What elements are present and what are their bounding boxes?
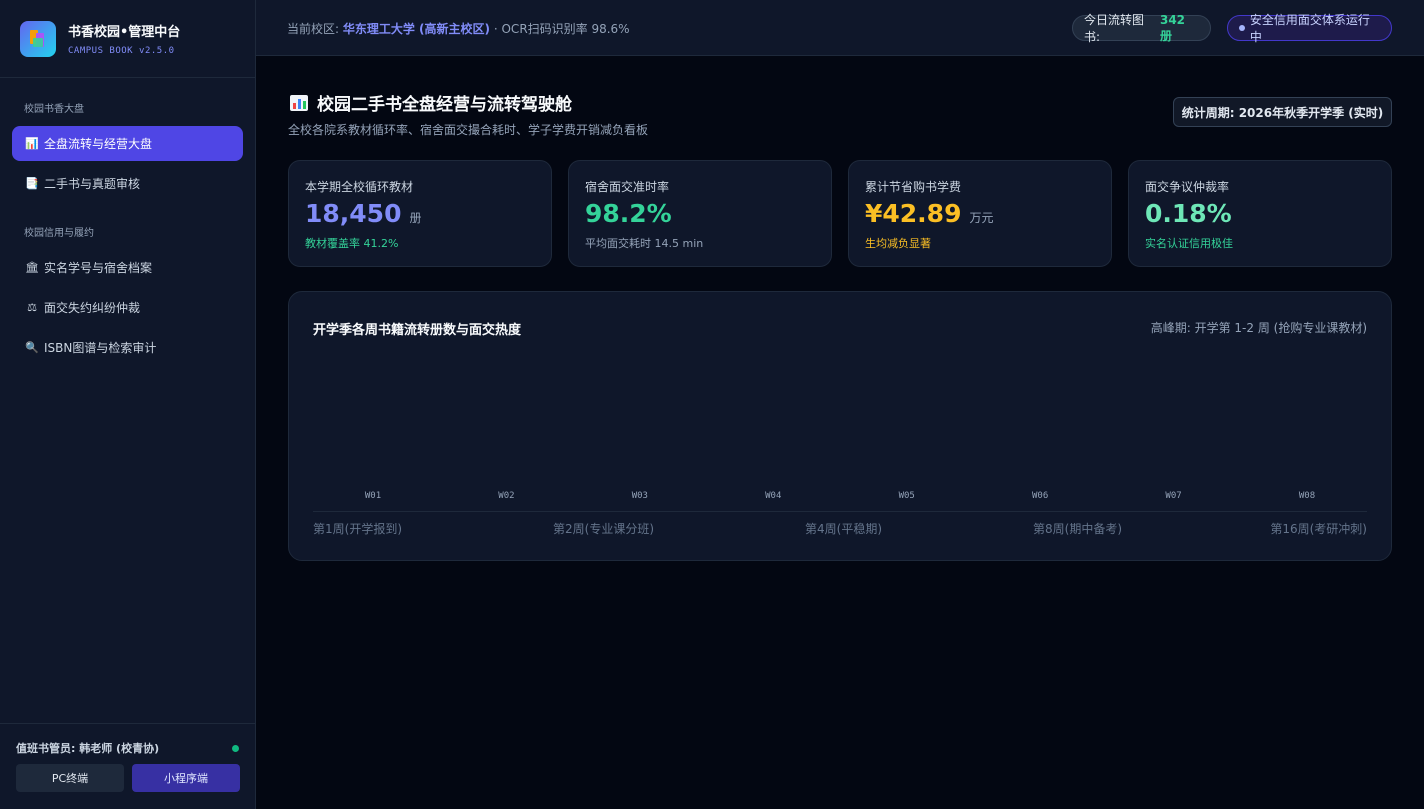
kpi-label: 本学期全校循环教材 bbox=[305, 180, 414, 194]
sidebar-item-arbitration[interactable]: ⚖ 面交失约纠纷仲裁 bbox=[12, 290, 243, 325]
kpi-unit: 万元 bbox=[969, 211, 994, 225]
campus-prefix: 当前校区: bbox=[287, 22, 340, 36]
bar-chart-icon bbox=[290, 94, 308, 111]
security-status-badge: 安全信用面交体系运行中 bbox=[1227, 13, 1392, 44]
phase-label: 第1周(开学报到) bbox=[313, 522, 402, 536]
chart-axis-divider bbox=[313, 511, 1367, 512]
kpi-unit: 册 bbox=[409, 211, 422, 225]
page-title: 校园二手书全盘经营与流转驾驶舱 bbox=[290, 90, 572, 115]
phase-label: 第4周(平稳期) bbox=[805, 522, 882, 536]
sidebar-item-dashboard[interactable]: 📊 全盘流转与经营大盘 bbox=[12, 126, 243, 161]
weekly-circulation-chart: 开学季各周书籍流转册数与面交热度 高峰期: 开学第 1-2 周 (抢购专业课教材… bbox=[288, 291, 1392, 561]
sidebar-footer: 值班书管员: 韩老师 (校青协) PC终端 小程序端 bbox=[0, 723, 256, 809]
kpi-value-wrap: ¥42.89 万元 bbox=[865, 199, 994, 228]
kpi-note: 生均减负显著 bbox=[865, 237, 931, 250]
chart-x-tick-label: W01 bbox=[364, 491, 382, 501]
operator-name: 值班书管员: 韩老师 (校青协) bbox=[16, 742, 160, 755]
chart-x-tick-label: W07 bbox=[1165, 491, 1182, 501]
kpi-value: 0.18% bbox=[1145, 199, 1232, 228]
chart-x-tick-label: W06 bbox=[1032, 491, 1049, 501]
sidebar-item-student-records[interactable]: 🏛 实名学号与宿舍档案 bbox=[12, 250, 243, 285]
kpi-card-ontime-rate: 宿舍面交准时率 98.2% 平均面交耗时 14.5 min bbox=[568, 160, 832, 267]
period-selector[interactable]: 统计周期: 2026年秋季开学季 (实时) bbox=[1173, 97, 1392, 127]
kpi-card-recycled-books: 本学期全校循环教材 18,450 册 教材覆盖率 41.2% bbox=[288, 160, 552, 267]
kpi-card-dispute-rate: 面交争议仲裁率 0.18% 实名认证信用极佳 bbox=[1128, 160, 1392, 267]
chart-x-tick-label: W05 bbox=[898, 491, 915, 501]
sidebar-item-label: 实名学号与宿舍档案 bbox=[44, 261, 153, 275]
kpi-label: 宿舍面交准时率 bbox=[585, 180, 670, 194]
sidebar-item-book-review[interactable]: 📑 二手书与真题审核 bbox=[12, 166, 243, 201]
pc-terminal-button[interactable]: PC终端 bbox=[16, 764, 124, 792]
online-status-dot bbox=[232, 745, 239, 752]
brand-version: CAMPUS BOOK v2.5.0 bbox=[68, 46, 175, 56]
kpi-value: 98.2% bbox=[585, 199, 672, 228]
security-status-text: 安全信用面交体系运行中 bbox=[1249, 13, 1370, 44]
topbar: 当前校区: 华东理工大学 (高新主校区) · OCR扫码识别率 98.6% 今日… bbox=[256, 0, 1424, 56]
kpi-card-tuition-saved: 累计节省购书学费 ¥42.89 万元 生均减负显著 bbox=[848, 160, 1112, 267]
sidebar-item-label: 全盘流转与经营大盘 bbox=[44, 137, 153, 151]
sidebar: 书香校园•管理中台 CAMPUS BOOK v2.5.0 校园书香大盘 📊 全盘… bbox=[0, 0, 256, 809]
chart-plot-area bbox=[313, 352, 1367, 502]
mini-program-button[interactable]: 小程序端 bbox=[132, 764, 240, 792]
bar-chart-icon: 📊 bbox=[25, 137, 39, 150]
kpi-label: 累计节省购书学费 bbox=[865, 180, 962, 194]
kpi-value-wrap: 98.2% bbox=[585, 199, 672, 228]
kpi-value: 18,450 bbox=[305, 199, 402, 228]
kpi-value-wrap: 18,450 册 bbox=[305, 199, 422, 228]
document-icon: 📑 bbox=[25, 177, 39, 190]
sidebar-item-label: 二手书与真题审核 bbox=[44, 177, 141, 191]
kpi-value: ¥42.89 bbox=[865, 199, 962, 228]
phase-label: 第16周(考研冲刺) bbox=[1270, 522, 1367, 536]
ocr-rate: · OCR扫码识别率 98.6% bbox=[493, 22, 630, 36]
chart-x-tick-label: W02 bbox=[498, 491, 515, 501]
phase-label: 第8周(期中备考) bbox=[1033, 522, 1122, 536]
institution-icon: 🏛 bbox=[25, 261, 39, 274]
page-subtitle: 全校各院系教材循环率、宿舍面交撮合耗时、学子学费开销减负看板 bbox=[288, 123, 649, 137]
chart-x-tick-label: W03 bbox=[631, 491, 648, 501]
campus-info: 当前校区: 华东理工大学 (高新主校区) · OCR扫码识别率 98.6% bbox=[287, 20, 630, 37]
chart-title: 开学季各周书籍流转册数与面交热度 bbox=[313, 323, 522, 338]
campus-name[interactable]: 华东理工大学 (高新主校区) bbox=[343, 22, 490, 36]
today-value: 342 册 bbox=[1159, 12, 1186, 43]
nav-section-title: 校园书香大盘 bbox=[24, 104, 84, 115]
today-label: 今日流转图书: bbox=[1084, 13, 1145, 44]
scales-icon: ⚖ bbox=[27, 301, 37, 314]
brand: 书香校园•管理中台 CAMPUS BOOK v2.5.0 bbox=[0, 0, 255, 78]
kpi-note: 教材覆盖率 41.2% bbox=[305, 237, 399, 250]
brand-title: 书香校园•管理中台 bbox=[68, 25, 181, 40]
chart-x-tick-label: W04 bbox=[765, 491, 782, 501]
chart-peak-note: 高峰期: 开学第 1-2 周 (抢购专业课教材) bbox=[1150, 321, 1367, 335]
chart-x-tick-label: W08 bbox=[1298, 491, 1316, 501]
sidebar-item-isbn-audit[interactable]: 🔍 ISBN图谱与检索审计 bbox=[12, 330, 243, 365]
page-title-text: 校园二手书全盘经营与流转驾驶舱 bbox=[317, 95, 572, 115]
app-logo-icon bbox=[20, 20, 56, 57]
kpi-value-wrap: 0.18% bbox=[1145, 199, 1232, 228]
kpi-label: 面交争议仲裁率 bbox=[1145, 180, 1230, 194]
status-dot-icon bbox=[1239, 25, 1245, 31]
kpi-note: 实名认证信用极佳 bbox=[1145, 237, 1233, 250]
nav-section-title: 校园信用与履约 bbox=[24, 228, 94, 239]
phase-label: 第2周(专业课分班) bbox=[553, 522, 654, 536]
kpi-note: 平均面交耗时 14.5 min bbox=[585, 237, 704, 250]
today-circulation-badge: 今日流转图书: 342 册 bbox=[1072, 12, 1211, 44]
sidebar-item-label: ISBN图谱与检索审计 bbox=[44, 341, 157, 355]
search-icon: 🔍 bbox=[25, 341, 39, 354]
sidebar-item-label: 面交失约纠纷仲裁 bbox=[44, 301, 141, 315]
